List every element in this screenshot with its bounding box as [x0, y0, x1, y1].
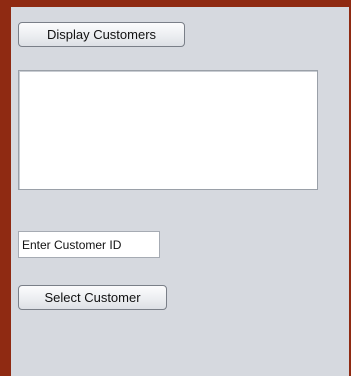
display-customers-button[interactable]: Display Customers [18, 22, 185, 47]
content-panel: Display Customers Select Customer [11, 7, 349, 376]
customer-id-input[interactable] [18, 231, 160, 258]
select-customer-button[interactable]: Select Customer [18, 285, 167, 310]
customer-list[interactable] [18, 70, 318, 190]
